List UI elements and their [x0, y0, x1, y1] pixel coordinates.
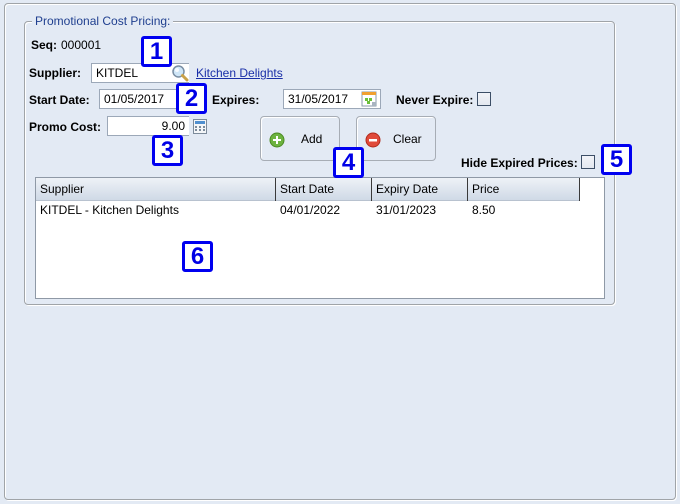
add-button[interactable]: Add	[260, 116, 340, 161]
supplier-name-link[interactable]: Kitchen Delights	[196, 66, 283, 80]
plus-circle-icon	[269, 132, 285, 148]
cell-start-date: 04/01/2022	[280, 203, 341, 217]
never-expire-label: Never Expire:	[396, 93, 474, 107]
expires-date-picker-button[interactable]	[359, 89, 379, 109]
expires-label: Expires:	[212, 93, 260, 107]
callout-5: 5	[601, 144, 632, 175]
promo-cost-input[interactable]: 9.00	[107, 116, 189, 136]
clear-button-label: Clear	[393, 132, 422, 146]
supplier-label: Supplier:	[29, 66, 82, 80]
calendar-icon	[361, 91, 377, 107]
group-title: Promotional Cost Pricing:	[32, 14, 174, 28]
minus-circle-icon	[365, 132, 381, 148]
table-row[interactable]: KITDEL - Kitchen Delights 04/01/2022 31/…	[36, 202, 580, 218]
cell-expiry-date: 31/01/2023	[376, 203, 437, 217]
start-date-value: 01/05/2017	[104, 92, 165, 106]
cell-price: 8.50	[472, 203, 496, 217]
callout-1: 1	[141, 36, 172, 67]
promo-cost-value: 9.00	[161, 119, 185, 133]
magnifier-icon	[172, 65, 189, 82]
start-date-input[interactable]: 01/05/2017	[99, 89, 177, 109]
never-expire-checkbox[interactable]	[477, 92, 491, 106]
hide-expired-checkbox[interactable]	[581, 155, 595, 169]
column-header-expiry-date[interactable]: Expiry Date	[372, 178, 468, 201]
table-header: Supplier Start Date Expiry Date Price	[36, 178, 580, 201]
callout-6: 6	[182, 241, 213, 272]
seq-label: Seq:	[31, 38, 58, 52]
promo-cost-label: Promo Cost:	[29, 120, 101, 134]
promo-cost-calculator-button[interactable]	[190, 116, 210, 136]
callout-4: 4	[333, 147, 364, 178]
promo-prices-table[interactable]: Supplier Start Date Expiry Date Price KI…	[35, 177, 605, 299]
column-header-supplier[interactable]: Supplier	[36, 178, 276, 201]
hide-expired-label: Hide Expired Prices:	[461, 156, 578, 170]
supplier-lookup-button[interactable]	[170, 63, 190, 83]
column-header-price[interactable]: Price	[468, 178, 580, 201]
clear-button[interactable]: Clear	[356, 116, 436, 161]
callout-3: 3	[152, 135, 183, 166]
seq-value: 000001	[61, 38, 102, 52]
expires-value: 31/05/2017	[288, 92, 349, 106]
start-date-label: Start Date:	[29, 93, 90, 107]
supplier-input-value: KITDEL	[96, 66, 139, 80]
add-button-label: Add	[301, 132, 323, 146]
column-header-start-date[interactable]: Start Date	[276, 178, 372, 201]
cell-supplier: KITDEL - Kitchen Delights	[40, 203, 179, 217]
callout-2: 2	[176, 83, 207, 114]
calculator-icon	[193, 118, 207, 134]
